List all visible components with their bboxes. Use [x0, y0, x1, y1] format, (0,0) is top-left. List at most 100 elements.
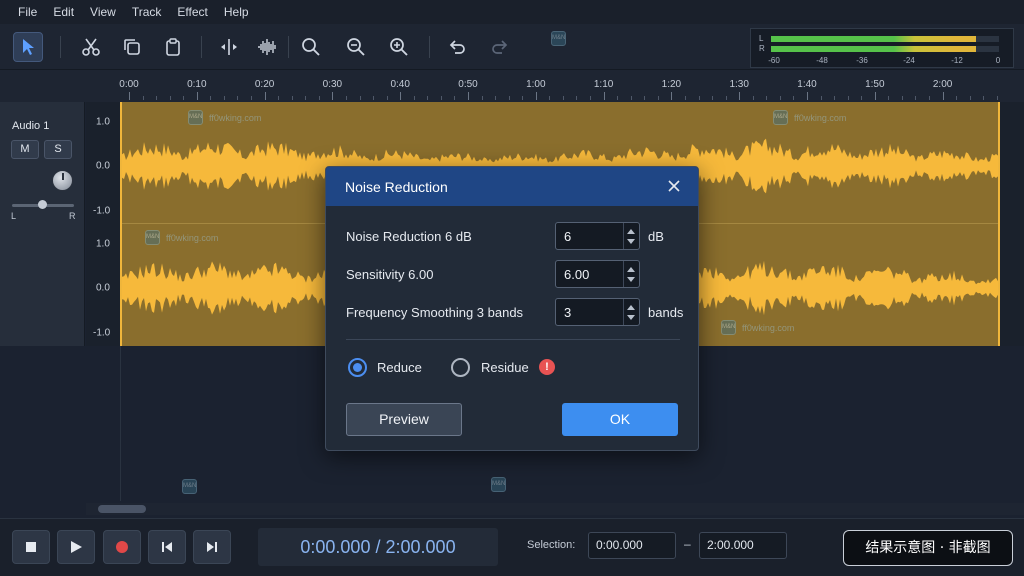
ruler-minor-tick [766, 96, 768, 100]
ruler-minor-tick [305, 96, 307, 100]
selection-start-field[interactable]: 0:00.000 [588, 532, 676, 559]
ruler-minor-tick [359, 96, 361, 100]
warning-icon: ! [539, 359, 555, 375]
pan-right-label: R [69, 211, 76, 221]
ruler-minor-tick [210, 96, 212, 100]
ruler-minor-tick [413, 96, 415, 100]
close-icon[interactable] [666, 178, 682, 194]
ruler-minor-tick [657, 96, 659, 100]
meter-right-bar [771, 46, 999, 52]
spin-up-icon[interactable] [627, 305, 635, 310]
menu-effect[interactable]: Effect [169, 0, 215, 24]
ruler-minor-tick [752, 96, 754, 100]
ruler-minor-tick [251, 96, 253, 100]
copy-icon [124, 39, 140, 55]
spin-arrows[interactable] [623, 261, 639, 287]
horizontal-scrollbar[interactable] [86, 503, 1024, 515]
scissors-icon [82, 38, 100, 56]
menu-edit[interactable]: Edit [45, 0, 82, 24]
redo-button[interactable] [485, 32, 515, 62]
spin-down-icon[interactable] [627, 277, 635, 282]
play-button[interactable] [57, 530, 95, 564]
meter-right-label: R [759, 44, 765, 53]
spin-arrows[interactable] [623, 223, 639, 249]
selection-dash: – [684, 537, 691, 551]
reduce-label[interactable]: Reduce [377, 360, 422, 375]
undo-button[interactable] [442, 32, 472, 62]
spin-arrows[interactable] [623, 299, 639, 325]
selection-tool-button[interactable] [13, 32, 43, 62]
zoom-fit-button[interactable] [296, 32, 326, 62]
spin-up-icon[interactable] [627, 267, 635, 272]
sensitivity-input[interactable]: 6.00 [555, 260, 640, 288]
ruler-minor-tick [630, 96, 632, 100]
spin-down-icon[interactable] [627, 239, 635, 244]
play-icon [71, 541, 82, 553]
clipboard-icon [166, 38, 180, 56]
menu-help[interactable]: Help [216, 0, 257, 24]
track-header: Audio 1 M S L R [0, 102, 85, 346]
ruler-minor-tick [237, 96, 239, 100]
ruler-minor-tick [508, 96, 510, 100]
toolbar-divider [201, 36, 202, 58]
spin-down-icon[interactable] [627, 315, 635, 320]
frequency-smoothing-input[interactable]: 3 [555, 298, 640, 326]
gain-knob[interactable] [52, 170, 73, 191]
ruler-minor-tick [793, 96, 795, 100]
menu-file[interactable]: File [10, 0, 45, 24]
amplitude-label: -1.0 [93, 205, 111, 217]
selection-end-field[interactable]: 2:00.000 [699, 532, 787, 559]
stop-button[interactable] [12, 530, 50, 564]
watermark: M&N [182, 479, 197, 494]
ruler-label: 1:30 [729, 79, 749, 90]
split-button[interactable] [214, 32, 244, 62]
watermark-logo: M&N [145, 230, 160, 245]
dialog-divider [346, 339, 680, 340]
timeline-ruler[interactable]: 0:00 0:10 0:20 0:30 0:40 0:50 1:00 1:10 1:20 1:30… [0, 70, 1024, 102]
residue-label[interactable]: Residue [481, 360, 529, 375]
ok-button[interactable]: OK [562, 403, 678, 436]
noise-reduction-input[interactable]: 6 [555, 222, 640, 250]
residue-radio[interactable] [451, 358, 470, 377]
ruler-tick [332, 92, 334, 100]
ruler-label: 1:10 [593, 79, 614, 90]
ruler-minor-tick [983, 96, 985, 100]
zoom-out-button[interactable] [341, 32, 371, 62]
watermark-logo: M&N [188, 110, 203, 125]
silence-button[interactable] [252, 32, 282, 62]
watermark-text: ff0wking.com [794, 112, 847, 123]
skip-to-start-button[interactable] [148, 530, 186, 564]
solo-button[interactable]: S [44, 140, 72, 159]
ruler-tick [807, 92, 808, 100]
ruler-minor-tick [684, 96, 686, 100]
ruler-label: 0:40 [390, 79, 410, 90]
ruler-label: 0:30 [322, 79, 343, 90]
cut-button[interactable] [76, 32, 106, 62]
menu-track[interactable]: Track [124, 0, 170, 24]
watermark: M&N ff0wking.com [145, 230, 218, 245]
watermark: M&N ff0wking.com [721, 320, 794, 335]
ruler-minor-tick [698, 96, 700, 100]
pan-slider-thumb[interactable] [38, 200, 47, 209]
skip-to-end-button[interactable] [193, 530, 231, 564]
zoom-in-button[interactable] [384, 32, 414, 62]
amplitude-label: 0.0 [96, 282, 110, 294]
scrollbar-thumb[interactable] [98, 505, 146, 513]
spin-up-icon[interactable] [627, 229, 635, 234]
sensitivity-value: 6.00 [564, 267, 590, 282]
ruler-minor-tick [440, 96, 442, 100]
menu-view[interactable]: View [82, 0, 124, 24]
record-button[interactable] [103, 530, 141, 564]
mute-button[interactable]: M [11, 140, 39, 159]
preview-button[interactable]: Preview [346, 403, 462, 436]
reduce-radio[interactable] [348, 358, 367, 377]
paste-button[interactable] [158, 32, 188, 62]
amplitude-label: 0.0 [96, 160, 110, 172]
ruler-minor-tick [901, 96, 903, 100]
ruler-minor-tick [644, 96, 646, 100]
ruler-label: 1:20 [661, 79, 682, 90]
ruler-minor-tick [562, 96, 564, 100]
ruler-minor-tick [712, 96, 714, 100]
skip-back-icon [162, 542, 172, 552]
copy-button[interactable] [117, 32, 147, 62]
